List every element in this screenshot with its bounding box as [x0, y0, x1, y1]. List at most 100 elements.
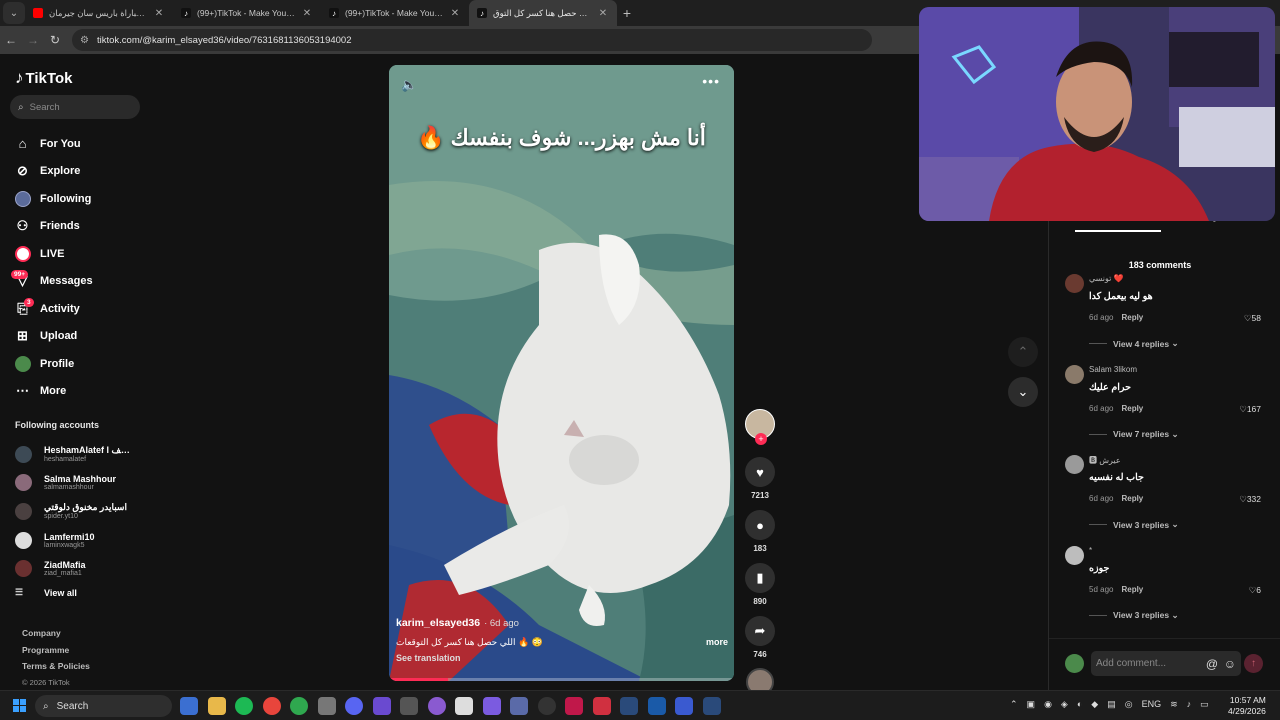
app-icon[interactable] — [537, 697, 556, 715]
steam-icon[interactable] — [702, 697, 721, 715]
nav-explore[interactable]: ⊘ Explore — [14, 158, 93, 186]
more-options-icon[interactable]: ••• — [702, 73, 720, 89]
tray-app-icon[interactable]: ▤ — [1107, 699, 1116, 710]
nav-upload[interactable]: ⊞ Upload — [14, 323, 93, 351]
reply-button[interactable]: Reply — [1121, 494, 1143, 503]
video-progress-bar[interactable] — [389, 678, 734, 681]
app-grid-icon[interactable] — [372, 697, 391, 715]
back-icon[interactable]: ← — [0, 33, 22, 47]
following-account[interactable]: ZiadMafia ziad_mafia1 — [15, 554, 136, 583]
site-info-icon[interactable]: ⚙ — [80, 35, 89, 46]
comment-user[interactable]: * — [1089, 546, 1092, 555]
comment-user[interactable]: Salam 3likom — [1089, 365, 1137, 374]
nav-more[interactable]: ⋯ More — [14, 378, 93, 406]
view-all-button[interactable]: ☰ View all — [15, 583, 136, 603]
app-icon[interactable] — [400, 697, 418, 715]
taskbar-search[interactable]: ⌕ Search — [35, 695, 172, 717]
nav-profile[interactable]: Profile — [14, 350, 93, 378]
game-controller-icon[interactable] — [482, 697, 501, 715]
discord-icon[interactable] — [345, 697, 363, 715]
new-tab-button[interactable]: + — [617, 5, 637, 21]
language-indicator[interactable]: ENG — [1142, 699, 1162, 710]
steam-icon[interactable] — [620, 697, 638, 715]
send-button[interactable]: ↑ — [1244, 654, 1263, 673]
tray-app-icon[interactable]: ◎ — [1125, 699, 1133, 710]
following-account[interactable]: HeshamAlatef l لطف...heshamalatef — [15, 440, 136, 469]
comment-like-button[interactable]: ♡58 — [1244, 313, 1261, 324]
comment-like-button[interactable]: ♡332 — [1239, 494, 1261, 505]
save-button[interactable]: ▮ — [745, 563, 775, 593]
chevron-up-icon[interactable]: ⌃ — [1010, 699, 1018, 710]
comment-button[interactable]: ● — [745, 510, 775, 540]
app-icon[interactable] — [565, 697, 583, 715]
close-tab-icon[interactable]: ✕ — [597, 8, 609, 19]
browser-tab[interactable]: ملخص مباراة باريس سان جيرمان ✕ — [25, 0, 173, 26]
browser-tab[interactable]: ♪ (99+)TikTok - Make Your Day ✕ — [173, 0, 321, 26]
view-replies-button[interactable]: View 7 replies ⌄ — [1089, 429, 1179, 440]
view-replies-button[interactable]: View 3 replies ⌄ — [1089, 610, 1179, 621]
app-icon[interactable] — [592, 697, 611, 715]
url-bar[interactable]: ⚙ tiktok.com/@karim_elsayed36/video/7631… — [72, 29, 872, 51]
next-video-button[interactable]: ⌄ — [1008, 377, 1038, 407]
browser-tab-active[interactable]: ♪ اللي حصل هنا كسر كل التوق... ✕ — [469, 0, 617, 26]
clock[interactable]: 10:57 AM 4/29/2026 — [1228, 695, 1266, 717]
reload-icon[interactable]: ↻ — [44, 33, 66, 47]
like-button[interactable]: ♥ — [745, 457, 775, 487]
spotify-icon[interactable] — [235, 697, 253, 715]
reply-button[interactable]: Reply — [1121, 404, 1143, 413]
file-explorer-icon[interactable] — [207, 697, 226, 715]
nav-messages[interactable]: ▽ 99+ Messages — [11, 268, 93, 296]
nav-friends[interactable]: ⚇ Friends — [14, 213, 93, 241]
search-input[interactable]: ⌕ Search — [10, 95, 140, 119]
avatar[interactable] — [1065, 455, 1084, 474]
following-account[interactable]: Lamfermi10 laminxwagk5 — [15, 526, 136, 555]
comment-user[interactable]: تونسي ❤️ — [1089, 274, 1124, 283]
previous-video-button[interactable]: ⌃ — [1008, 337, 1038, 367]
browser-tab[interactable]: ♪ (99+)TikTok - Make Your Day ✕ — [321, 0, 469, 26]
tray-app-icon[interactable]: ▣ — [1027, 699, 1036, 710]
comment-like-button[interactable]: ♡167 — [1239, 404, 1261, 415]
tab-search-button[interactable]: ⌄ — [3, 2, 25, 24]
tray-app-icon[interactable]: ◈ — [1061, 699, 1068, 710]
mention-icon[interactable]: @ — [1206, 657, 1218, 671]
following-account[interactable]: Salma Mashhour salmamashhour — [15, 469, 136, 498]
app-icon[interactable] — [317, 697, 336, 715]
close-tab-icon[interactable]: ✕ — [153, 8, 165, 19]
view-replies-button[interactable]: View 4 replies ⌄ — [1089, 338, 1179, 349]
comment-user[interactable]: 🅱 عيرش — [1089, 455, 1121, 466]
share-button[interactable]: ➦ — [745, 616, 775, 646]
video-player[interactable]: 🔈 ••• أنا مش بهزر... شوف بنفسك 🔥 karim_e… — [389, 65, 734, 681]
forward-icon[interactable]: → — [22, 33, 44, 47]
footer-link-terms[interactable]: Terms & Policies — [22, 661, 90, 678]
wifi-icon[interactable]: ≋ — [1170, 699, 1178, 710]
app-icon[interactable] — [647, 697, 666, 715]
chrome-profile-icon[interactable] — [290, 697, 308, 715]
footer-link-company[interactable]: Company — [22, 628, 90, 645]
close-tab-icon[interactable]: ✕ — [449, 8, 461, 19]
tray-app-icon[interactable]: ◆ — [1091, 699, 1098, 710]
tiktok-logo[interactable]: ♪ TikTok — [15, 68, 72, 88]
follow-plus-icon[interactable]: + — [755, 433, 767, 445]
nav-activity[interactable]: ⎘ 3 Activity — [14, 295, 93, 323]
battery-icon[interactable]: ▭ — [1200, 699, 1209, 710]
discord-icon[interactable]: ◐ — [1077, 699, 1082, 710]
steam-icon[interactable]: ◉ — [1044, 699, 1052, 710]
app-icon[interactable] — [427, 697, 446, 715]
reply-button[interactable]: Reply — [1121, 585, 1143, 594]
reply-button[interactable]: Reply — [1121, 313, 1143, 322]
close-tab-icon[interactable]: ✕ — [301, 8, 313, 19]
more-button[interactable]: more — [706, 637, 728, 648]
emoji-icon[interactable]: ☺ — [1224, 657, 1236, 671]
avatar[interactable] — [1065, 364, 1084, 384]
view-replies-button[interactable]: View 3 replies ⌄ — [1089, 519, 1179, 530]
nav-following[interactable]: Following — [14, 185, 93, 213]
app-icon[interactable] — [675, 697, 693, 715]
see-translation-button[interactable]: See translation — [396, 653, 728, 663]
comment-like-button[interactable]: ♡6 — [1249, 585, 1261, 596]
copilot-icon[interactable] — [180, 697, 198, 715]
avatar[interactable] — [1065, 274, 1084, 293]
creator-avatar[interactable]: + — [745, 409, 775, 445]
volume-icon[interactable]: ♪ — [1187, 699, 1192, 710]
app-icon[interactable] — [455, 697, 473, 715]
volume-icon[interactable]: 🔈 — [401, 77, 417, 93]
